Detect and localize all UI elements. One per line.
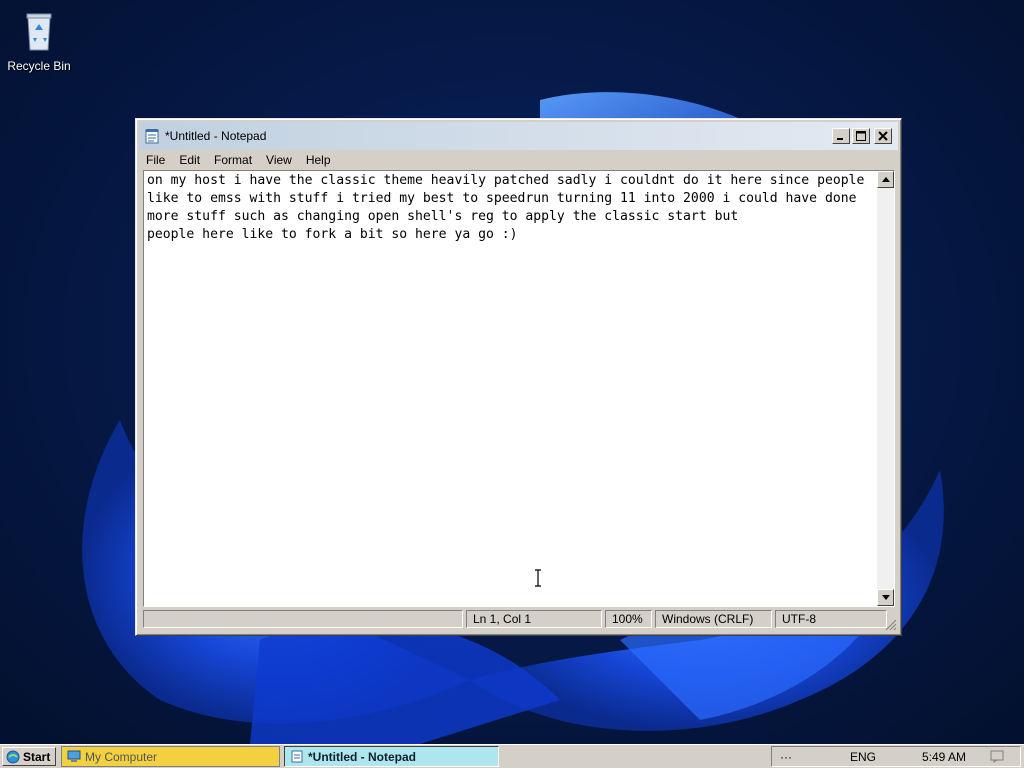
clock[interactable]: 5:49 AM (922, 750, 966, 764)
menu-file[interactable]: File (139, 153, 172, 167)
desktop-icon-label: Recycle Bin (7, 59, 71, 73)
minimize-icon (837, 138, 843, 140)
status-position: Ln 1, Col 1 (466, 610, 602, 628)
ibeam-cursor-icon (535, 569, 541, 587)
status-spacer (143, 610, 463, 628)
arrow-down-icon (881, 595, 890, 600)
text-line: like to emss with stuff i tried my best … (147, 191, 857, 206)
text-line: more stuff such as changing open shell's… (147, 209, 739, 224)
maximize-button[interactable] (852, 128, 870, 144)
status-zoom: 100% (605, 610, 652, 628)
notification-icon[interactable] (990, 750, 1004, 763)
status-line-ending: Windows (CRLF) (655, 610, 772, 628)
taskbar-item-label: My Computer (85, 749, 158, 764)
arrow-up-icon (881, 177, 890, 182)
taskbar-item-notepad[interactable]: *Untitled - Notepad (284, 746, 499, 767)
status-encoding: UTF-8 (775, 610, 887, 628)
start-button[interactable]: Start (2, 747, 56, 766)
start-label: Start (23, 749, 51, 764)
taskbar-item-label: *Untitled - Notepad (308, 749, 416, 764)
window-title: *Untitled - Notepad (165, 129, 267, 143)
scroll-down-button[interactable] (877, 589, 894, 606)
tray-overflow-button[interactable]: ··· (780, 750, 792, 764)
editor-text[interactable]: on my host i have the classic theme heav… (147, 171, 877, 592)
menu-edit[interactable]: Edit (172, 153, 207, 167)
status-bar: Ln 1, Col 1 100% Windows (CRLF) UTF-8 (143, 609, 895, 631)
language-indicator[interactable]: ENG (850, 750, 876, 764)
menu-format[interactable]: Format (207, 153, 259, 167)
menu-help[interactable]: Help (299, 153, 338, 167)
resize-grip-icon[interactable] (885, 619, 897, 631)
notepad-icon (291, 750, 303, 763)
maximize-icon (856, 131, 866, 141)
menu-bar: File Edit Format View Help (139, 150, 898, 170)
vertical-scrollbar[interactable] (877, 171, 894, 606)
computer-icon (67, 750, 81, 762)
taskbar: Start My Computer *Untitled - Notepad ··… (0, 744, 1024, 768)
notepad-window[interactable]: *Untitled - Notepad File Edit Format Vie… (135, 118, 902, 636)
text-line: people here like to fork a bit so here y… (147, 227, 518, 242)
text-editor[interactable]: on my host i have the classic theme heav… (143, 170, 895, 607)
menu-view[interactable]: View (259, 153, 299, 167)
taskbar-item-my-computer[interactable]: My Computer (61, 746, 280, 767)
system-tray: ··· ENG 5:49 AM (771, 746, 1021, 767)
close-icon (878, 131, 888, 141)
text-line: on my host i have the classic theme heav… (147, 173, 865, 188)
desktop-icon-recycle-bin[interactable]: Recycle Bin (4, 8, 74, 73)
minimize-button[interactable] (832, 128, 850, 144)
notepad-icon (145, 129, 159, 144)
title-bar[interactable]: *Untitled - Notepad (139, 122, 898, 150)
scroll-up-button[interactable] (877, 171, 894, 188)
close-button[interactable] (874, 128, 892, 144)
start-orb-icon (6, 750, 20, 763)
recycle-bin-icon (26, 13, 52, 51)
